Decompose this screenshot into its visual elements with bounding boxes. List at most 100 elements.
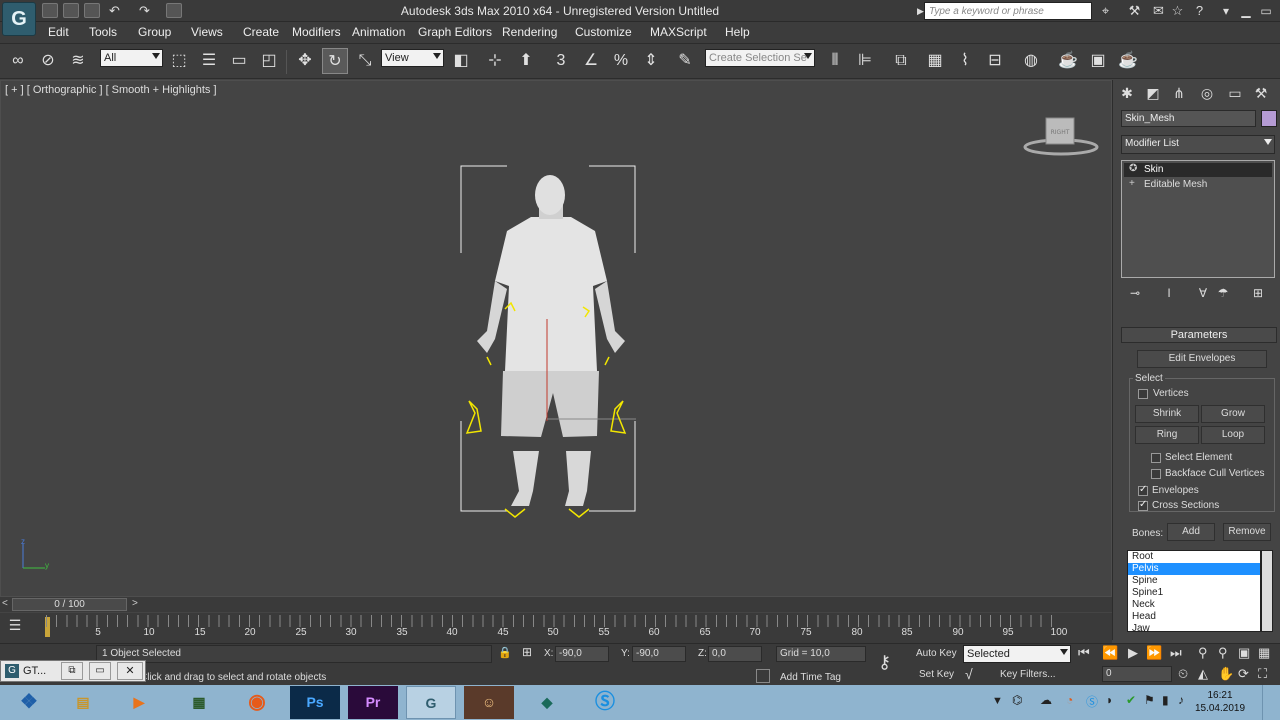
time-slider-thumb[interactable]: 0 / 100 xyxy=(12,598,127,611)
time-tag-icon[interactable] xyxy=(756,669,770,683)
display-tab-icon[interactable]: ▭ xyxy=(1224,82,1246,104)
character-skin-mesh[interactable] xyxy=(441,161,661,521)
zoom-extents-icon[interactable]: ▣ xyxy=(1238,645,1250,661)
reference-coordinate-dropdown[interactable]: View xyxy=(381,49,444,67)
bone-item[interactable]: Spine xyxy=(1128,575,1260,587)
modifier-list-dropdown[interactable]: Modifier List xyxy=(1121,135,1275,154)
named-selection-set-dropdown[interactable]: Create Selection Se xyxy=(705,49,815,67)
zoom-all-icon[interactable]: ⚲ xyxy=(1218,645,1228,661)
close-button[interactable]: ✕ xyxy=(117,662,143,680)
tray-signal-icon[interactable]: ▮ xyxy=(1162,693,1169,707)
bone-item[interactable]: Spine1 xyxy=(1128,587,1260,599)
snaps-toggle-icon[interactable]: 3 xyxy=(548,48,574,74)
tray-skype-icon[interactable]: Ⓢ xyxy=(1086,693,1098,710)
maximize-button[interactable]: ▭ xyxy=(1256,2,1276,20)
stack-item-skin[interactable]: ✪ Skin xyxy=(1124,163,1272,177)
favorites-star-icon[interactable]: ☆ xyxy=(1169,3,1186,19)
shrink-button[interactable]: Shrink xyxy=(1135,405,1199,423)
tangent-icon[interactable]: √ xyxy=(965,666,973,682)
link-icon[interactable]: ∞ xyxy=(5,48,31,74)
utilities-tab-icon[interactable]: ⚒ xyxy=(1250,82,1272,104)
curve-editor-icon[interactable]: ⌇ xyxy=(952,48,978,74)
configure-sets-icon[interactable]: ⊞ xyxy=(1248,286,1268,302)
viewport-label[interactable]: [ + ] [ Orthographic ] [ Smooth + Highli… xyxy=(5,84,217,96)
motion-tab-icon[interactable]: ◎ xyxy=(1196,82,1218,104)
set-key-button[interactable]: Set Key xyxy=(919,669,954,680)
pan-view-icon[interactable]: ✋ xyxy=(1218,666,1234,682)
taskbar-3dsmax-icon[interactable]: G xyxy=(406,686,456,719)
key-selection-dropdown[interactable]: Selected xyxy=(963,645,1071,663)
parameters-rollout-header[interactable]: Parameters xyxy=(1121,327,1277,343)
remove-bone-button[interactable]: Remove xyxy=(1223,523,1271,541)
viewcube-icon[interactable]: RIGHT xyxy=(1023,114,1099,160)
stack-item-editable-mesh[interactable]: + Editable Mesh xyxy=(1124,178,1272,192)
taskbar-clock[interactable]: 16:21 15.04.2019 xyxy=(1190,689,1250,715)
open-file-icon[interactable] xyxy=(63,3,79,18)
field-of-view-icon[interactable]: ◭ xyxy=(1198,666,1208,682)
menu-rendering[interactable]: Rendering xyxy=(502,25,557,39)
time-slider-prev-icon[interactable]: < xyxy=(2,598,8,609)
next-frame-icon[interactable]: ⏩ xyxy=(1146,645,1162,661)
bones-list[interactable]: Root Pelvis Spine Spine1 Neck Head Jaw xyxy=(1127,550,1261,632)
bind-space-warp-icon[interactable]: ≋ xyxy=(65,48,91,74)
maximize-button[interactable]: ▭ xyxy=(89,662,111,680)
render-production-icon[interactable]: ☕ xyxy=(1115,48,1141,74)
play-icon[interactable]: ▶ xyxy=(1128,645,1138,661)
edit-named-selection-icon[interactable]: ✎ xyxy=(672,48,698,74)
restore-button[interactable]: ⧉ xyxy=(61,662,83,680)
mirror-icon[interactable]: ⫴ xyxy=(822,48,848,74)
menu-create[interactable]: Create xyxy=(243,25,279,39)
project-folder-icon[interactable] xyxy=(166,3,182,18)
move-icon[interactable]: ✥ xyxy=(292,48,318,74)
tray-origin-icon[interactable]: ◔ xyxy=(1066,693,1073,707)
new-file-icon[interactable] xyxy=(42,3,58,18)
grow-button[interactable]: Grow xyxy=(1201,405,1265,423)
bone-item[interactable]: Head xyxy=(1128,611,1260,623)
app-logo[interactable]: G xyxy=(2,2,36,36)
keyboard-shortcut-override-icon[interactable]: ⬆ xyxy=(513,48,539,74)
expand-plus-icon[interactable]: + xyxy=(1129,179,1139,189)
zoom-icon[interactable]: ⚲ xyxy=(1198,645,1208,661)
key-filters-button[interactable]: Key Filters... xyxy=(1000,669,1056,680)
auto-key-button[interactable]: Auto Key xyxy=(916,648,957,659)
remove-modifier-icon[interactable]: ☂ xyxy=(1213,286,1233,302)
current-frame-field[interactable]: 0 xyxy=(1102,666,1172,682)
time-slider-next-icon[interactable]: > xyxy=(132,598,138,609)
selection-filter-dropdown[interactable]: All xyxy=(100,49,163,67)
backface-cull-checkbox[interactable] xyxy=(1151,469,1161,479)
minimize-button[interactable]: ▁ xyxy=(1236,2,1256,20)
tray-discord-icon[interactable]: ☁ xyxy=(1040,693,1052,707)
taskbar-opera-icon[interactable]: ◉ xyxy=(232,686,282,719)
time-config-icon[interactable]: ⏲ xyxy=(1178,666,1188,682)
scale-icon[interactable]: ⤡ xyxy=(352,48,378,74)
trackbar[interactable]: ☰ 5 10 15 20 25 30 35 40 45 50 55 60 65 … xyxy=(0,613,1112,643)
add-time-tag[interactable]: Add Time Tag xyxy=(780,672,841,683)
ring-button[interactable]: Ring xyxy=(1135,426,1199,444)
menu-modifiers[interactable]: Modifiers xyxy=(292,25,341,39)
modify-tab-icon[interactable]: ◩ xyxy=(1142,82,1164,104)
tray-expand-icon[interactable]: ▼ xyxy=(992,695,1003,707)
taskbar-explorer-icon[interactable]: ▤ xyxy=(58,686,108,719)
graphite-modeling-icon[interactable]: ▦ xyxy=(922,48,948,74)
light-bulb-icon[interactable]: ✪ xyxy=(1129,164,1139,174)
unlink-icon[interactable]: ⊘ xyxy=(35,48,61,74)
bone-item[interactable]: Neck xyxy=(1128,599,1260,611)
mini-curve-editor-icon[interactable]: ☰ xyxy=(4,617,26,635)
menu-tools[interactable]: Tools xyxy=(89,25,117,39)
bone-item[interactable]: Root xyxy=(1128,551,1260,563)
lock-selection-icon[interactable]: 🔒 xyxy=(498,646,512,660)
z-coord-field[interactable]: 0,0 xyxy=(708,646,762,662)
select-element-checkbox[interactable] xyxy=(1151,453,1161,463)
goto-start-icon[interactable]: ⏮ xyxy=(1078,645,1090,661)
time-slider[interactable]: < 0 / 100 > xyxy=(0,597,1112,612)
minimized-window[interactable]: G GT... ⧉ ▭ ✕ xyxy=(0,660,146,682)
communication-icon[interactable]: ✉ xyxy=(1150,3,1167,19)
tray-wifi-icon[interactable]: ◗ xyxy=(1106,693,1113,707)
select-by-name-icon[interactable]: ☰ xyxy=(196,48,222,74)
show-end-result-icon[interactable]: I xyxy=(1159,286,1179,302)
taskbar-premiere-icon[interactable]: Pr xyxy=(348,686,398,719)
taskbar-avatar-icon[interactable]: ☺ xyxy=(464,686,514,719)
tray-flag-icon[interactable]: ⚑ xyxy=(1144,693,1155,707)
rotate-icon[interactable]: ↻ xyxy=(322,48,348,74)
spinner-snap-icon[interactable]: ⇕ xyxy=(638,48,664,74)
